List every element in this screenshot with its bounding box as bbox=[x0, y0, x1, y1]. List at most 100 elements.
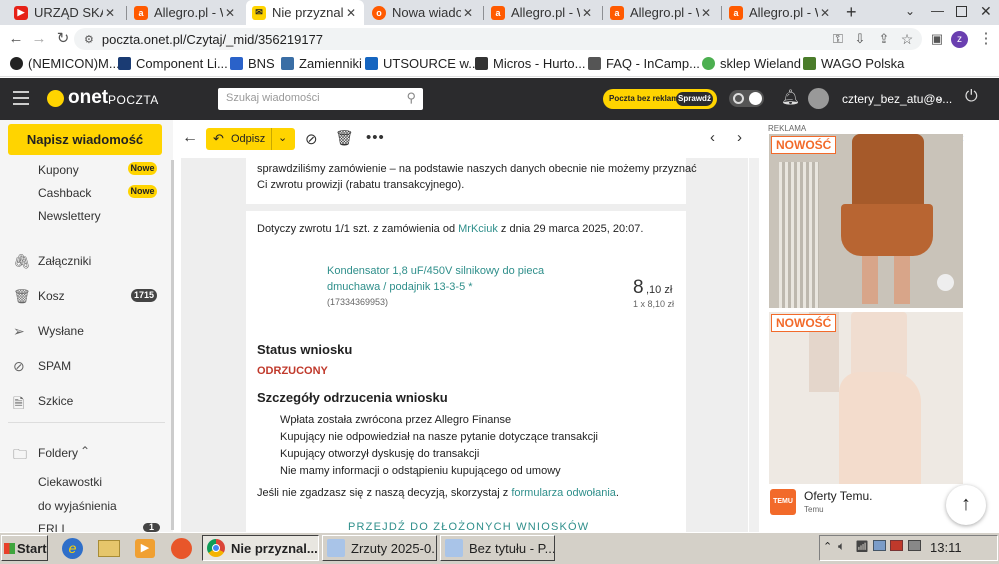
new-tab-button[interactable]: + bbox=[846, 2, 857, 23]
prev-message-icon[interactable]: ‹ bbox=[710, 129, 715, 146]
maximize-icon[interactable] bbox=[956, 6, 967, 17]
browser-tab[interactable]: a Allegro.pl - W ✕ bbox=[485, 0, 600, 25]
back-icon[interactable]: ← bbox=[7, 31, 25, 47]
firefox-icon[interactable] bbox=[171, 538, 192, 559]
bookmark-item[interactable]: Zamienniki bbox=[281, 56, 362, 71]
compose-button[interactable]: Napisz wiadomość bbox=[8, 124, 162, 155]
power-icon[interactable]: ⏻ bbox=[965, 88, 978, 106]
tab-title: Allegro.pl - W bbox=[630, 5, 699, 20]
bookmark-item[interactable]: FAQ - InCamp... bbox=[588, 56, 700, 71]
next-message-icon[interactable]: › bbox=[737, 129, 742, 146]
browser-tab[interactable]: ▶ URZĄD SKARB ✕ bbox=[8, 0, 123, 25]
profile-avatar[interactable]: z bbox=[951, 31, 968, 48]
browser-tab[interactable]: a Allegro.pl - W ✕ bbox=[604, 0, 719, 25]
taskbar-task[interactable]: Bez tytułu - P... bbox=[440, 535, 555, 561]
back-arrow-icon[interactable]: ← bbox=[182, 129, 198, 147]
sidebar-item-cashback[interactable]: Cashback bbox=[38, 186, 91, 200]
bookmark-item[interactable]: BNS bbox=[230, 56, 275, 71]
tray-app-icon[interactable] bbox=[890, 540, 903, 551]
sidebar-item-kupony[interactable]: Kupony bbox=[38, 163, 79, 177]
tray-app-icon[interactable] bbox=[873, 540, 886, 551]
tray-expand-icon[interactable]: ⌃ bbox=[823, 540, 832, 553]
avatar[interactable] bbox=[808, 88, 829, 109]
bookmark-item[interactable]: WAGO Polska bbox=[803, 56, 904, 71]
chevron-down-icon[interactable]: ⌄ bbox=[934, 90, 944, 104]
address-bar[interactable]: ⚙ poczta.onet.pl/Czytaj/_mid/356219177 bbox=[74, 28, 922, 50]
bookmark-star-icon[interactable]: ☆ bbox=[898, 31, 916, 47]
sidebar-item-szkice[interactable]: Szkice bbox=[38, 394, 73, 408]
reason-item: Kupujący nie odpowiedział na nasze pytan… bbox=[280, 431, 598, 443]
chevron-down-icon[interactable]: ⌄ bbox=[278, 131, 287, 144]
close-icon[interactable]: ✕ bbox=[223, 6, 237, 20]
seller-link[interactable]: MrKciuk bbox=[458, 223, 498, 235]
forward-icon[interactable]: → bbox=[30, 31, 48, 47]
close-window-icon[interactable]: ✕ bbox=[980, 3, 992, 20]
close-icon[interactable]: ✕ bbox=[580, 6, 594, 20]
sidebar-item-spam[interactable]: SPAM bbox=[38, 359, 71, 373]
close-icon[interactable]: ✕ bbox=[818, 6, 832, 20]
clock[interactable]: 13:11 bbox=[930, 540, 962, 555]
appeal-form-link[interactable]: formularza odwołania bbox=[511, 487, 616, 499]
trash-icon[interactable]: 🗑︎ bbox=[335, 129, 354, 147]
sidebar-item-newslettery[interactable]: Newslettery bbox=[38, 209, 101, 223]
tab-search-icon[interactable]: ⌄ bbox=[905, 4, 915, 18]
browser-tab-active[interactable]: ✉ Nie przyznaliś ✕ bbox=[246, 0, 364, 25]
bookmark-item[interactable]: Micros - Hurto... bbox=[475, 56, 585, 71]
browser-tab[interactable]: o Nowa wiadom ✕ bbox=[366, 0, 481, 25]
sidebar-item-foldery[interactable]: Foldery bbox=[38, 446, 78, 460]
close-icon[interactable]: ✕ bbox=[699, 6, 713, 20]
ad-image-2[interactable] bbox=[769, 312, 963, 484]
media-player-icon[interactable]: ▶ bbox=[135, 539, 155, 558]
bookmark-item[interactable]: sklep Wieland bbox=[702, 56, 801, 71]
sidebar-item-zalaczniki[interactable]: Załączniki bbox=[38, 254, 91, 268]
chevron-up-icon[interactable]: ⌃ bbox=[80, 444, 90, 458]
start-button[interactable]: Start bbox=[1, 535, 48, 561]
sidepanel-icon[interactable]: ▣ bbox=[928, 31, 946, 47]
close-icon[interactable]: ✕ bbox=[344, 6, 358, 20]
hamburger-icon[interactable] bbox=[13, 91, 29, 105]
message-scrollbar[interactable] bbox=[749, 158, 759, 532]
ad-title[interactable]: Oferty Temu. bbox=[804, 489, 872, 503]
sidebar-scrollbar[interactable] bbox=[171, 160, 174, 530]
minimize-icon[interactable]: — bbox=[931, 3, 944, 18]
browser-tab[interactable]: a Allegro.pl - W ✕ bbox=[723, 0, 838, 25]
install-icon[interactable]: ⇩ bbox=[851, 31, 869, 47]
onet-logo[interactable]: onet bbox=[68, 87, 108, 109]
bell-icon[interactable]: 🔔︎ bbox=[781, 88, 800, 106]
product-link[interactable]: Kondensator 1,8 uF/450V silnikowy do pie… bbox=[327, 265, 544, 277]
tray-app-icon[interactable] bbox=[908, 540, 921, 551]
promo-button[interactable]: Sprawdź bbox=[676, 92, 713, 106]
ie-icon[interactable]: e bbox=[62, 538, 83, 559]
theme-toggle[interactable] bbox=[729, 90, 764, 107]
site-info-icon[interactable]: ⚙ bbox=[84, 33, 94, 46]
taskbar-task-active[interactable]: Nie przyznal... bbox=[202, 535, 319, 561]
browser-tab[interactable]: a Allegro.pl - W ✕ bbox=[128, 0, 243, 25]
close-icon[interactable]: ✕ bbox=[461, 6, 475, 20]
ad-image-1[interactable] bbox=[769, 134, 963, 308]
reload-icon[interactable]: ↻ bbox=[54, 31, 72, 47]
block-icon[interactable]: ⊘ bbox=[305, 130, 318, 148]
more-options-icon[interactable]: ••• bbox=[366, 129, 385, 146]
scroll-top-button[interactable]: ↑ bbox=[946, 485, 986, 525]
sidebar-item-kosz[interactable]: Kosz bbox=[38, 289, 65, 303]
bookmark-item[interactable]: (NEMICON)M... bbox=[10, 56, 120, 71]
folder-item[interactable]: Ciekawostki bbox=[38, 475, 102, 489]
volume-icon[interactable]: 🔈︎ bbox=[838, 539, 845, 554]
folder-icon[interactable] bbox=[98, 540, 120, 557]
promo-pill[interactable]: Poczta bez reklam Sprawdź bbox=[603, 89, 717, 109]
key-icon[interactable]: ⚿ bbox=[829, 31, 847, 47]
close-icon[interactable]: ✕ bbox=[103, 6, 117, 20]
menu-dots-icon[interactable]: ⋮ bbox=[977, 31, 995, 47]
product-link[interactable]: dmuchawa / podajnik 13-3-5 * bbox=[327, 281, 473, 293]
search-icon[interactable]: ⚲ bbox=[406, 90, 416, 106]
bookmark-item[interactable]: UTSOURCE w... bbox=[365, 56, 479, 71]
allegro-icon: a bbox=[729, 5, 743, 20]
folder-item[interactable]: do wyjaśnienia bbox=[38, 499, 117, 513]
bookmark-item[interactable]: Component Li... bbox=[118, 56, 228, 71]
reply-button[interactable]: ↶ Odpisz ⌄ bbox=[206, 128, 295, 150]
taskbar-task[interactable]: Zrzuty 2025-0... bbox=[322, 535, 437, 561]
share-icon[interactable]: ⇪ bbox=[875, 31, 893, 47]
sidebar-item-wyslane[interactable]: Wysłane bbox=[38, 324, 84, 338]
search-input[interactable]: Szukaj wiadomości ⚲ bbox=[218, 88, 423, 110]
network-icon[interactable]: 📶︎ bbox=[855, 540, 869, 553]
